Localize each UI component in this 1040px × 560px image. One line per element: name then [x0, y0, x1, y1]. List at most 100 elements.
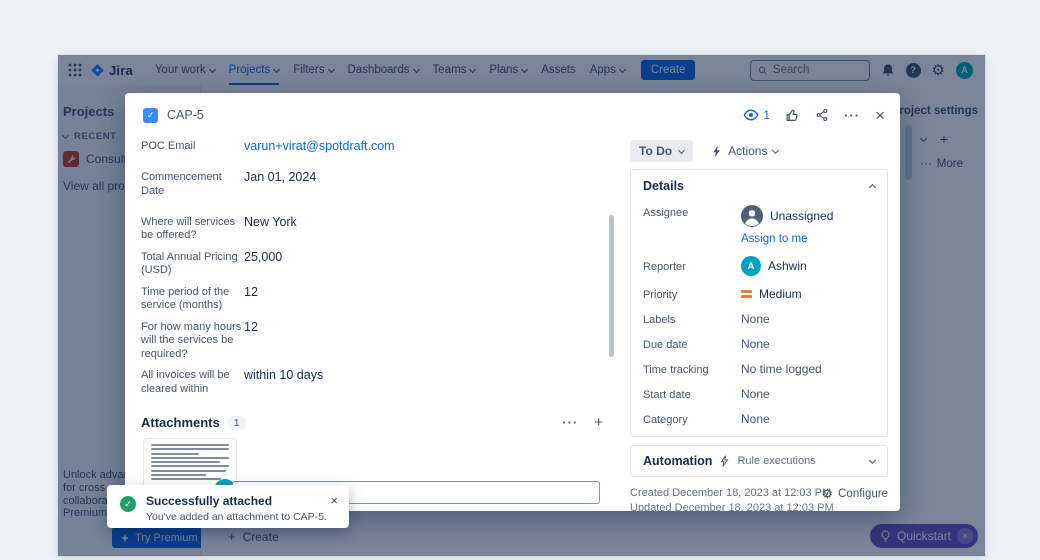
field-row-annual-pricing: Total Annual Pricing (USD) 25,000: [141, 250, 603, 278]
priority-value[interactable]: Medium: [741, 287, 802, 301]
detail-label: Labels: [643, 314, 676, 326]
attachments-count-badge: 1: [227, 415, 246, 430]
success-check-icon: ✓: [120, 496, 136, 512]
details-panel: Details Assignee Unassigned Assign to me…: [630, 169, 888, 437]
priority-medium-icon: [741, 288, 752, 301]
field-value[interactable]: 12: [244, 285, 258, 313]
modal-scrollbar-thumb[interactable]: [609, 215, 614, 357]
detail-label: Reporter: [643, 261, 686, 273]
detail-row-due-date: Due date None: [643, 337, 875, 351]
field-value[interactable]: 25,000: [244, 250, 282, 278]
field-row-commencement-date: Commencement Date Jan 01, 2024: [141, 170, 603, 198]
detail-row-labels: Labels None: [643, 312, 875, 326]
detail-value[interactable]: None: [741, 337, 770, 351]
share-icon[interactable]: [815, 108, 829, 122]
chevron-down-icon: [772, 146, 780, 154]
field-value[interactable]: 12: [244, 320, 258, 362]
chevron-down-icon: [868, 456, 877, 464]
unassigned-person-icon: [741, 205, 763, 227]
field-label: All invoices will be cleared within: [141, 369, 230, 395]
priority-name: Medium: [759, 287, 802, 301]
field-row-services-location: Where will services be offered? New York: [141, 215, 603, 243]
assignee-name: Unassigned: [770, 209, 834, 223]
assign-to-me-link[interactable]: Assign to me: [741, 233, 833, 245]
status-dropdown[interactable]: To Do: [630, 140, 694, 162]
configure-button[interactable]: ⚙ Configure: [821, 487, 888, 500]
assignee-value[interactable]: Unassigned: [741, 205, 833, 227]
status-actions-row: To Do Actions: [630, 140, 888, 162]
field-value[interactable]: Jan 01, 2024: [244, 170, 316, 198]
detail-row-time-tracking: Time tracking No time logged: [643, 362, 875, 376]
detail-label: Due date: [643, 339, 688, 351]
field-row-invoices-cleared: All invoices will be cleared within with…: [141, 368, 603, 396]
chevron-up-icon: [868, 183, 877, 192]
detail-label: Time tracking: [643, 364, 709, 376]
field-label: POC Email: [141, 140, 196, 152]
field-label: Commencement Date: [141, 171, 222, 197]
detail-value[interactable]: None: [741, 387, 770, 401]
detail-row-assignee: Assignee Unassigned Assign to me: [643, 205, 875, 245]
automation-title: Automation: [643, 454, 713, 468]
toast-message: You've added an attachment to CAP-5.: [146, 511, 327, 523]
actions-dropdown[interactable]: Actions: [711, 144, 780, 158]
chevron-down-icon: [678, 146, 686, 154]
watch-count: 1: [763, 108, 771, 122]
attachments-actions: ··· +: [562, 414, 603, 431]
detail-label: Category: [643, 414, 688, 426]
detail-value[interactable]: None: [741, 412, 770, 426]
automation-subtitle: Rule executions: [737, 455, 816, 467]
field-label: Total Annual Pricing (USD): [141, 250, 238, 277]
gear-icon: ⚙: [821, 486, 834, 501]
field-value[interactable]: within 10 days: [244, 368, 323, 396]
detail-row-start-date: Start date None: [643, 387, 875, 401]
automation-bolt-icon: [721, 455, 729, 467]
detail-row-priority: Priority Medium: [643, 287, 875, 301]
detail-label: Assignee: [643, 207, 689, 219]
field-value[interactable]: New York: [244, 215, 297, 243]
issue-modal-header: ✓ CAP-5 1 ··· ×: [125, 93, 900, 137]
success-toast: ✓ Successfully attached × You've added a…: [107, 485, 349, 528]
details-panel-body: Assignee Unassigned Assign to me Reporte…: [631, 202, 887, 436]
reporter-name: Ashwin: [768, 259, 807, 273]
issue-more-actions-icon[interactable]: ···: [844, 108, 860, 123]
like-thumbs-up-icon[interactable]: [785, 108, 800, 123]
issue-meta-footer: Created December 18, 2023 at 12:03 PM Up…: [630, 486, 888, 516]
details-title: Details: [643, 179, 684, 193]
detail-value[interactable]: No time logged: [741, 362, 822, 376]
issue-key-breadcrumb[interactable]: CAP-5: [167, 108, 204, 122]
field-label: Where will services be offered?: [141, 215, 236, 242]
detail-label: Priority: [643, 289, 678, 301]
issue-fields: POC Email varun+virat@spotdraft.com Comm…: [141, 139, 603, 516]
detail-row-category: Category None: [643, 412, 875, 426]
detail-value[interactable]: None: [741, 312, 770, 326]
toast-close-icon[interactable]: ×: [330, 493, 338, 508]
detail-row-reporter: Reporter A Ashwin: [643, 256, 875, 276]
field-label: For how many hours will the services be …: [141, 320, 242, 360]
attachments-title: Attachments: [141, 415, 220, 430]
field-value-email-link[interactable]: varun+virat@spotdraft.com: [244, 139, 395, 154]
watch-button[interactable]: 1: [743, 107, 770, 123]
detail-label: Start date: [643, 389, 691, 401]
status-label: To Do: [639, 144, 673, 158]
automation-panel[interactable]: Automation Rule executions: [630, 445, 888, 477]
field-row-poc-email: POC Email varun+virat@spotdraft.com: [141, 139, 603, 154]
field-row-hours-required: For how many hours will the services be …: [141, 320, 603, 362]
attachments-more-icon[interactable]: ···: [562, 415, 578, 430]
task-type-icon: ✓: [143, 107, 158, 123]
field-label: Time period of the service (months): [141, 285, 230, 312]
issue-header-actions: 1 ··· ×: [743, 107, 885, 124]
field-row-time-period: Time period of the service (months) 12: [141, 285, 603, 313]
watch-eye-icon: [743, 109, 759, 121]
configure-label: Configure: [838, 487, 888, 500]
updated-timestamp: Updated December 18, 2023 at 12:03 PM: [630, 502, 834, 514]
actions-label: Actions: [728, 144, 768, 158]
lightning-bolt-icon: [713, 145, 720, 157]
close-modal-icon[interactable]: ×: [875, 107, 885, 124]
reporter-avatar: A: [741, 256, 761, 276]
toast-title: Successfully attached: [146, 494, 273, 508]
reporter-value[interactable]: A Ashwin: [741, 256, 807, 276]
issue-side-panel: To Do Actions Details Assignee Unassigne…: [630, 140, 888, 516]
add-attachment-icon[interactable]: +: [594, 414, 603, 431]
details-panel-header[interactable]: Details: [631, 170, 887, 202]
issue-detail-modal: ✓ CAP-5 1 ··· × POC Email varun+virat@sp…: [125, 93, 900, 516]
